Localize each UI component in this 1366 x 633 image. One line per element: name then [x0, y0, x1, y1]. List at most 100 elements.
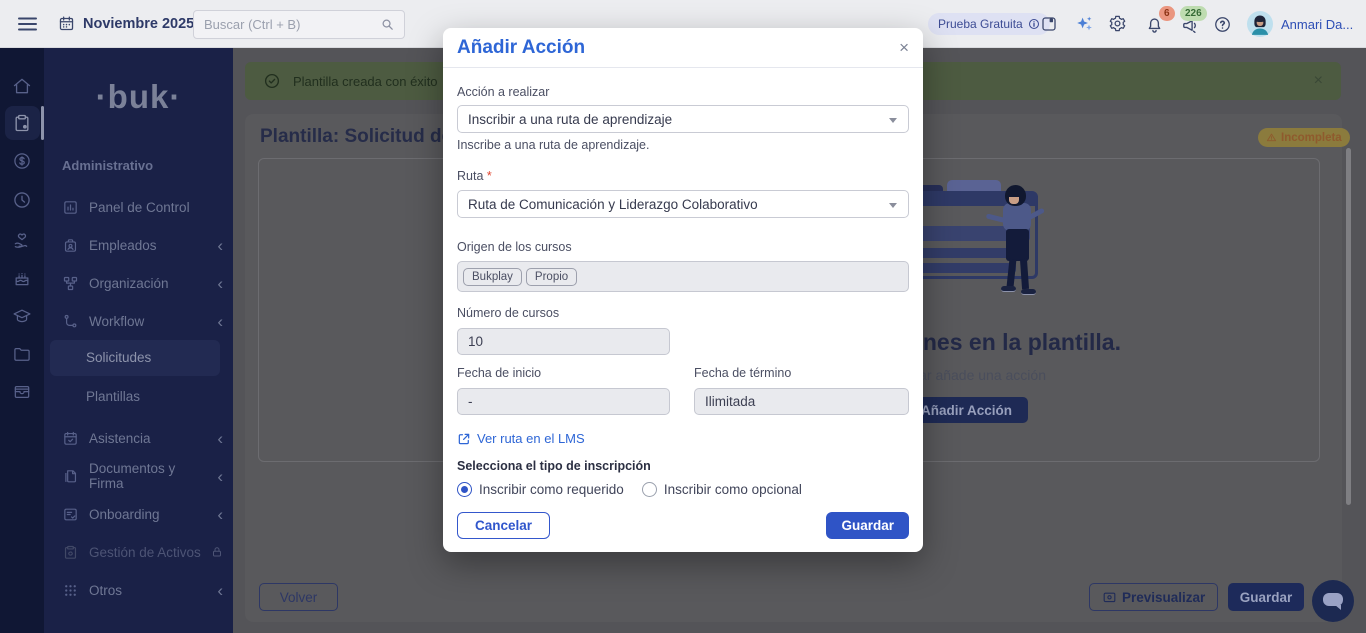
- status-badge: Incompleta: [1258, 128, 1350, 147]
- cancel-button[interactable]: Cancelar: [457, 512, 550, 539]
- sidebar-item-label: Organización: [89, 276, 169, 291]
- search-box[interactable]: [193, 10, 405, 39]
- grid-dots-icon: [62, 582, 79, 599]
- sidebar-item-asistencia[interactable]: Asistencia ‹: [62, 424, 223, 452]
- modal-header: Añadir Acción ×: [443, 28, 923, 68]
- sidebar-item-plantillas[interactable]: Plantillas: [86, 389, 140, 404]
- sidebar-item-otros[interactable]: Otros ‹: [62, 576, 223, 604]
- radio-required[interactable]: Inscribir como requerido: [457, 482, 624, 497]
- radio-optional[interactable]: Inscribir como opcional: [642, 482, 802, 497]
- home-icon[interactable]: [12, 76, 32, 96]
- attendance-icon: [62, 430, 79, 447]
- requests-clipboard-icon[interactable]: [12, 113, 32, 133]
- lms-link[interactable]: Ver ruta en el LMS: [457, 431, 909, 446]
- preview-button[interactable]: Previsualizar: [1089, 583, 1218, 611]
- clock-icon[interactable]: [12, 190, 32, 210]
- back-button[interactable]: Volver: [259, 583, 338, 611]
- announcements-count-badge: 226: [1180, 6, 1207, 21]
- folder-icon[interactable]: [12, 344, 32, 364]
- benefits-hand-heart-icon[interactable]: [12, 230, 32, 250]
- employees-icon: [62, 237, 79, 254]
- lms-link-label: Ver ruta en el LMS: [477, 431, 585, 446]
- start-date-label: Fecha de inicio: [457, 366, 694, 380]
- action-label: Acción a realizar: [457, 85, 909, 99]
- toast-close-icon[interactable]: ×: [1314, 72, 1323, 90]
- scrollbar-thumb[interactable]: [1346, 148, 1351, 505]
- assets-icon: [62, 544, 79, 561]
- courses-count-field: 10: [457, 328, 670, 355]
- chat-widget-button[interactable]: [1312, 580, 1354, 622]
- radio-required-label: Inscribir como requerido: [479, 482, 624, 497]
- sparkles-icon[interactable]: [1074, 14, 1094, 34]
- window-icon[interactable]: [1040, 15, 1058, 33]
- sidebar-item-workflow[interactable]: Workflow ‹: [62, 307, 223, 335]
- enrollment-type-radios: Inscribir como requerido Inscribir como …: [457, 482, 909, 497]
- sidebar-item-solicitudes[interactable]: Solicitudes: [86, 350, 151, 365]
- toast-message: Plantilla creada con éxito: [293, 74, 438, 89]
- sidebar-item-label: Workflow: [89, 314, 144, 329]
- add-action-modal: Añadir Acción × Acción a realizar Inscri…: [443, 28, 923, 552]
- user-name[interactable]: Anmari Da...: [1281, 17, 1353, 32]
- cake-icon[interactable]: [12, 268, 32, 288]
- preview-button-label: Previsualizar: [1122, 590, 1205, 605]
- period-selector[interactable]: Noviembre 2025: [58, 15, 194, 32]
- sidebar-item-panel-de-control[interactable]: Panel de Control: [62, 193, 223, 221]
- chevron-icon: ‹: [217, 468, 223, 485]
- search-icon: [380, 17, 395, 32]
- sidebar-item-label: Gestión de Activos: [89, 545, 201, 560]
- buk-logo: ·buk·: [44, 78, 233, 116]
- sidebar-icon-rail: [0, 48, 44, 633]
- sidebar-item-label: Empleados: [89, 238, 157, 253]
- sidebar-item-empleados[interactable]: Empleados ‹: [62, 231, 223, 259]
- info-icon: [1028, 18, 1040, 30]
- sidebar-item-label: Onboarding: [89, 507, 160, 522]
- action-select[interactable]: Inscribir a una ruta de aprendizaje: [457, 105, 909, 133]
- radio-optional-label: Inscribir como opcional: [664, 482, 802, 497]
- sidebar-item-label: Panel de Control: [89, 200, 190, 215]
- calendar-icon: [58, 15, 75, 32]
- preview-eye-icon: [1102, 590, 1117, 605]
- chevron-icon: ‹: [217, 430, 223, 447]
- search-input[interactable]: [204, 17, 380, 32]
- status-badge-label: Incompleta: [1281, 132, 1342, 144]
- trial-badge[interactable]: Prueba Gratuita: [928, 13, 1050, 35]
- sidebar: ·buk· Administrativo Panel de Control Em…: [44, 48, 233, 633]
- start-date-field: -: [457, 388, 670, 415]
- money-icon[interactable]: [12, 151, 32, 171]
- radio-unselected-icon: [642, 482, 657, 497]
- courses-count-label: Número de cursos: [457, 306, 909, 320]
- chevron-icon: ‹: [217, 506, 223, 523]
- route-select[interactable]: Ruta de Comunicación y Liderazgo Colabor…: [457, 190, 909, 218]
- origin-field: Bukplay Propio: [457, 261, 909, 292]
- add-action-button[interactable]: Añadir Acción: [905, 397, 1028, 423]
- chevron-icon: ‹: [217, 582, 223, 599]
- origin-chip-propio: Propio: [526, 268, 577, 286]
- workflow-icon: [62, 313, 79, 330]
- help-icon[interactable]: [1213, 15, 1232, 34]
- external-link-icon: [457, 432, 471, 446]
- documents-icon: [62, 468, 79, 485]
- modal-close-icon[interactable]: ×: [899, 38, 909, 58]
- enrollment-type-label: Selecciona el tipo de inscripción: [457, 459, 909, 473]
- gear-icon[interactable]: [1108, 14, 1127, 33]
- route-label: Ruta *: [457, 169, 909, 183]
- save-page-button[interactable]: Guardar: [1228, 583, 1304, 611]
- action-helper-text: Inscribe a una ruta de aprendizaje.: [457, 138, 909, 152]
- sidebar-item-organizacion[interactable]: Organización ‹: [62, 269, 223, 297]
- avatar[interactable]: [1247, 11, 1273, 37]
- sidebar-item-label: Otros: [89, 583, 122, 598]
- modal-body: Acción a realizar Inscribir a una ruta d…: [443, 85, 923, 552]
- save-modal-button[interactable]: Guardar: [826, 512, 909, 539]
- modal-footer: Cancelar Guardar: [457, 512, 909, 539]
- sidebar-item-label: Asistencia: [89, 431, 151, 446]
- education-cap-icon[interactable]: [12, 306, 32, 326]
- sidebar-item-documentos-y-firma[interactable]: Documentos y Firma ‹: [62, 462, 223, 490]
- onboarding-icon: [62, 506, 79, 523]
- hamburger-menu-icon[interactable]: [18, 17, 37, 31]
- chevron-icon: ‹: [217, 313, 223, 330]
- modal-title: Añadir Acción: [457, 37, 585, 59]
- sidebar-item-onboarding[interactable]: Onboarding ‹: [62, 500, 223, 528]
- period-label: Noviembre 2025: [83, 16, 194, 32]
- sidebar-item-label: Documentos y Firma: [89, 461, 207, 491]
- archive-icon[interactable]: [12, 382, 32, 402]
